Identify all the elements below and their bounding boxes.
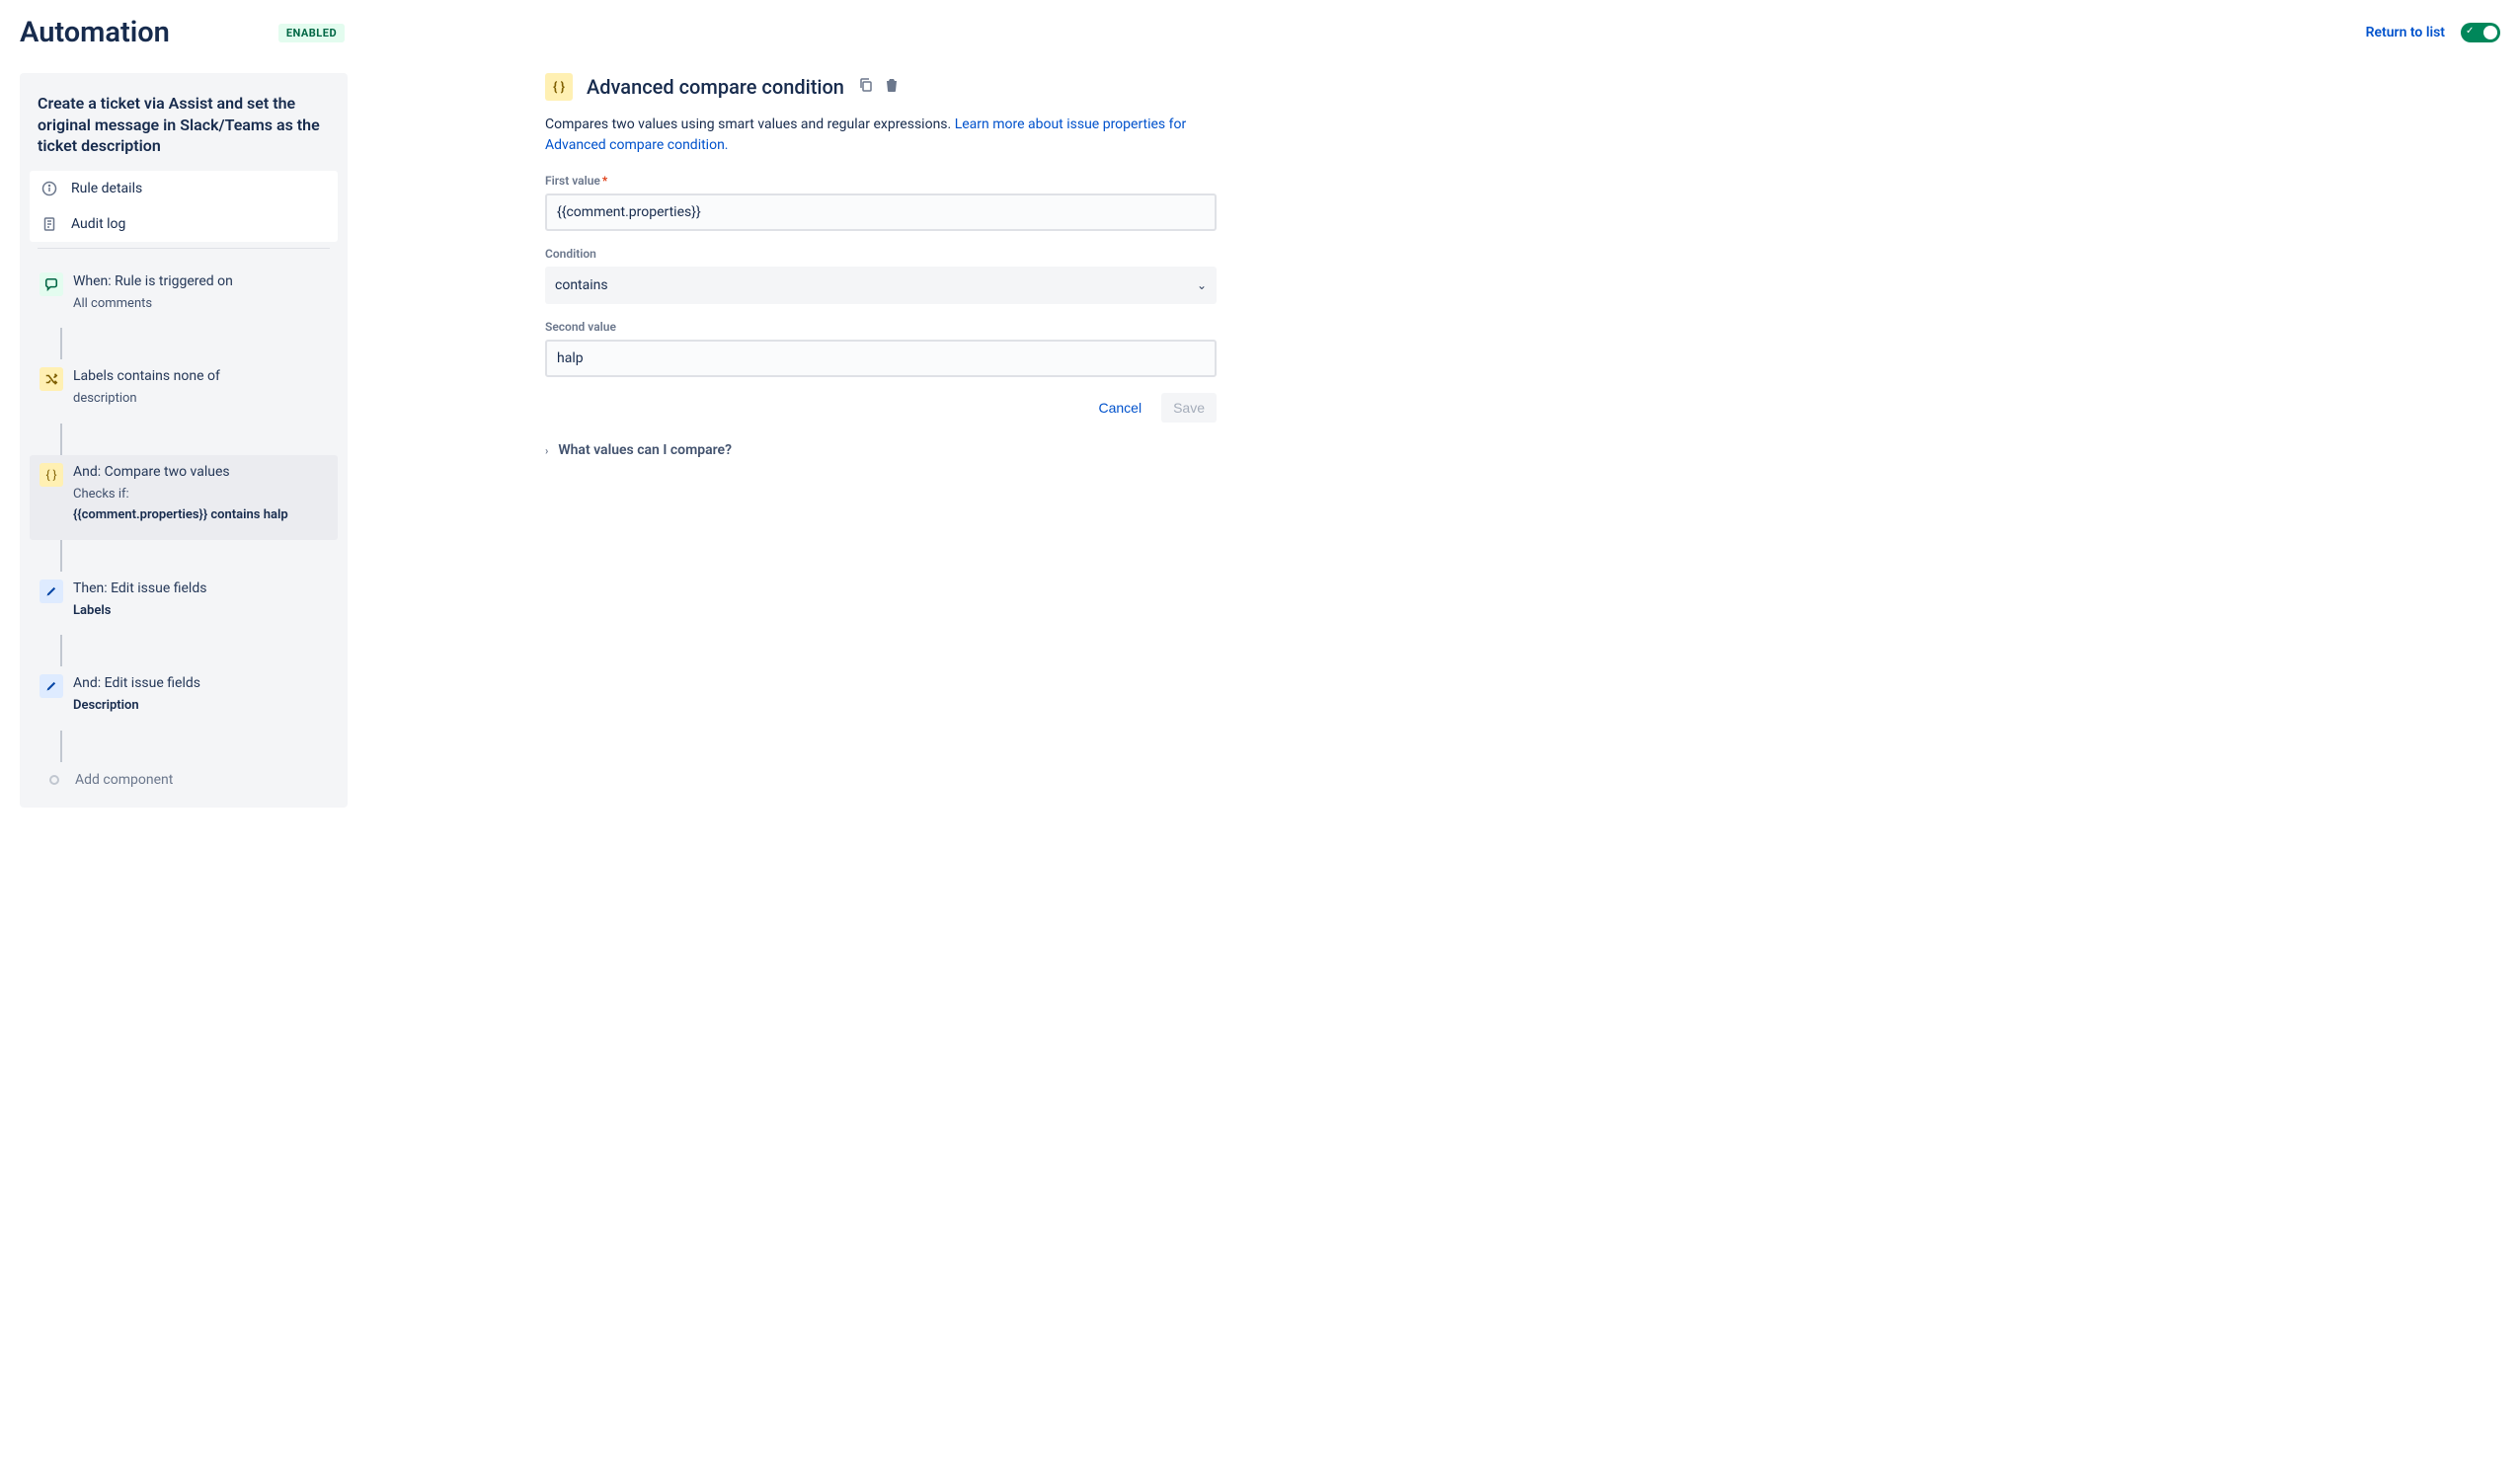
first-value-group: First value* <box>545 174 1217 231</box>
step-sub: Description <box>73 697 328 715</box>
step-action-edit-description[interactable]: And: Edit issue fields Description <box>30 666 338 730</box>
nav-section: Rule details Audit log <box>30 171 338 242</box>
second-value-input[interactable] <box>545 340 1217 377</box>
expander-label: What values can I compare? <box>558 442 732 458</box>
nav-audit-log[interactable]: Audit log <box>30 206 338 242</box>
info-icon <box>41 181 57 196</box>
connector <box>60 540 62 572</box>
save-button[interactable]: Save <box>1161 393 1217 423</box>
step-title: Labels contains none of <box>73 367 328 386</box>
step-sub-prefix: Checks if: <box>73 486 328 503</box>
step-title: When: Rule is triggered on <box>73 272 328 291</box>
required-indicator: * <box>602 174 607 188</box>
toggle-knob <box>2483 26 2497 39</box>
nav-label: Audit log <box>71 216 125 232</box>
step-condition-labels[interactable]: Labels contains none of description <box>30 359 338 423</box>
first-value-input[interactable] <box>545 193 1217 231</box>
condition-value: contains <box>555 277 608 293</box>
step-sub: Labels <box>73 602 328 620</box>
step-sub: {{comment.properties}} contains halp <box>73 506 328 524</box>
cancel-button[interactable]: Cancel <box>1086 393 1153 423</box>
return-to-list-link[interactable]: Return to list <box>2366 25 2445 40</box>
second-value-group: Second value <box>545 320 1217 377</box>
description-text: Compares two values using smart values a… <box>545 115 1217 156</box>
document-icon <box>41 216 57 232</box>
pencil-icon <box>39 674 63 698</box>
page-title: Automation <box>20 16 170 49</box>
second-value-label: Second value <box>545 320 1217 334</box>
condition-select[interactable]: contains ⌄ <box>545 267 1217 304</box>
chevron-right-icon: › <box>545 444 548 457</box>
nav-label: Rule details <box>71 181 142 196</box>
braces-icon: { } <box>545 73 573 101</box>
condition-group: Condition contains ⌄ <box>545 247 1217 304</box>
values-expander[interactable]: › What values can I compare? <box>545 442 1217 458</box>
main-title: Advanced compare condition <box>587 75 844 99</box>
main-header: { } Advanced compare condition <box>545 73 1217 101</box>
sidebar: Create a ticket via Assist and set the o… <box>20 73 348 808</box>
form-buttons: Cancel Save <box>545 393 1217 423</box>
connector <box>60 731 62 762</box>
header-right: Return to list ✓ <box>2366 23 2500 42</box>
add-component-label: Add component <box>75 772 173 788</box>
connector <box>60 328 62 359</box>
step-sub: description <box>73 390 328 408</box>
connector <box>60 635 62 666</box>
comment-icon <box>39 272 63 296</box>
connector <box>60 424 62 455</box>
copy-icon[interactable] <box>858 77 874 97</box>
plus-circle-icon <box>49 775 59 785</box>
braces-icon: { } <box>39 463 63 487</box>
page-header: Automation ENABLED Return to list ✓ <box>20 16 2500 49</box>
header-left: Automation ENABLED <box>20 16 345 49</box>
pencil-icon <box>39 580 63 603</box>
step-title: Then: Edit issue fields <box>73 580 328 598</box>
rule-steps: When: Rule is triggered on All comments … <box>20 255 348 792</box>
condition-label: Condition <box>545 247 1217 261</box>
chevron-down-icon: ⌄ <box>1197 278 1207 292</box>
step-sub: All comments <box>73 295 328 313</box>
step-condition-compare[interactable]: { } And: Compare two values Checks if: {… <box>30 455 338 540</box>
head-actions <box>858 77 900 97</box>
step-trigger[interactable]: When: Rule is triggered on All comments <box>30 265 338 328</box>
first-value-label: First value* <box>545 174 1217 188</box>
shuffle-icon <box>39 367 63 391</box>
nav-rule-details[interactable]: Rule details <box>30 171 338 206</box>
add-component-button[interactable]: Add component <box>30 762 338 792</box>
layout: Create a ticket via Assist and set the o… <box>20 73 2500 808</box>
status-badge: ENABLED <box>278 24 345 42</box>
step-title: And: Edit issue fields <box>73 674 328 693</box>
step-title: And: Compare two values <box>73 463 328 482</box>
rule-name: Create a ticket via Assist and set the o… <box>20 89 348 171</box>
rule-enabled-toggle[interactable]: ✓ <box>2461 23 2500 42</box>
main-panel: { } Advanced compare condition Compares … <box>545 73 1217 458</box>
divider <box>38 248 330 249</box>
desc-text: Compares two values using smart values a… <box>545 116 955 132</box>
check-icon: ✓ <box>2466 26 2474 37</box>
trash-icon[interactable] <box>884 77 900 97</box>
step-action-edit-labels[interactable]: Then: Edit issue fields Labels <box>30 572 338 635</box>
